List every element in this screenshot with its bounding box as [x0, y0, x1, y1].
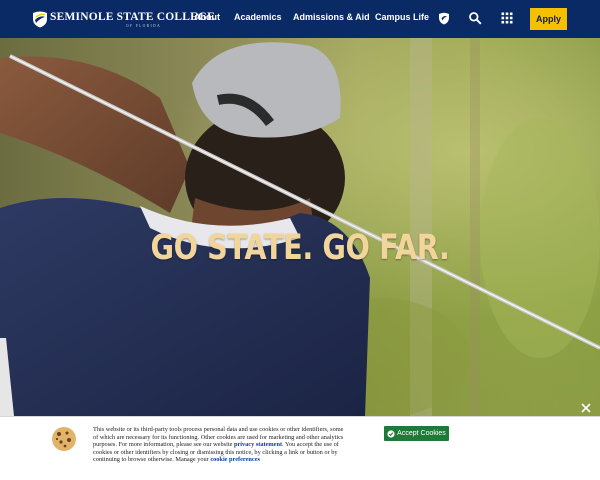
apps-grid-icon[interactable]: [500, 11, 514, 25]
hero-title: GO STATE. GO FAR.: [150, 228, 450, 268]
accept-cookies-label: Accept Cookies: [397, 430, 446, 437]
logo-subtitle: OF FLORIDA: [126, 24, 162, 28]
cookie-icon: [52, 427, 76, 451]
cookie-banner: This website or its third-party tools pr…: [0, 403, 600, 480]
check-circle-icon: [387, 429, 395, 438]
apply-button[interactable]: Apply: [530, 8, 567, 30]
nav-academics[interactable]: Academics: [234, 12, 282, 22]
logo-shield-icon: [33, 11, 47, 28]
hero-banner: GO STATE. GO FAR.: [0, 38, 600, 416]
accept-cookies-button[interactable]: Accept Cookies: [384, 426, 449, 441]
site-header: SEMINOLE STATE COLLEGE OF FLORIDA About …: [0, 0, 600, 38]
hero-golfer-image: [0, 38, 600, 416]
shield-icon[interactable]: [437, 11, 451, 25]
search-icon[interactable]: [468, 11, 482, 25]
nav-campus-life[interactable]: Campus Life: [375, 12, 429, 22]
nav-about[interactable]: About: [194, 12, 220, 22]
college-logo[interactable]: SEMINOLE STATE COLLEGE OF FLORIDA: [32, 9, 215, 31]
nav-admissions-aid[interactable]: Admissions & Aid: [293, 12, 370, 22]
cookie-preferences-link[interactable]: cookie preferences: [210, 456, 260, 463]
privacy-statement-link[interactable]: privacy statement: [234, 441, 282, 448]
cookie-notice-text: This website or its third-party tools pr…: [93, 426, 345, 464]
close-icon[interactable]: [580, 402, 592, 414]
logo-name: SEMINOLE STATE COLLEGE: [50, 11, 216, 23]
